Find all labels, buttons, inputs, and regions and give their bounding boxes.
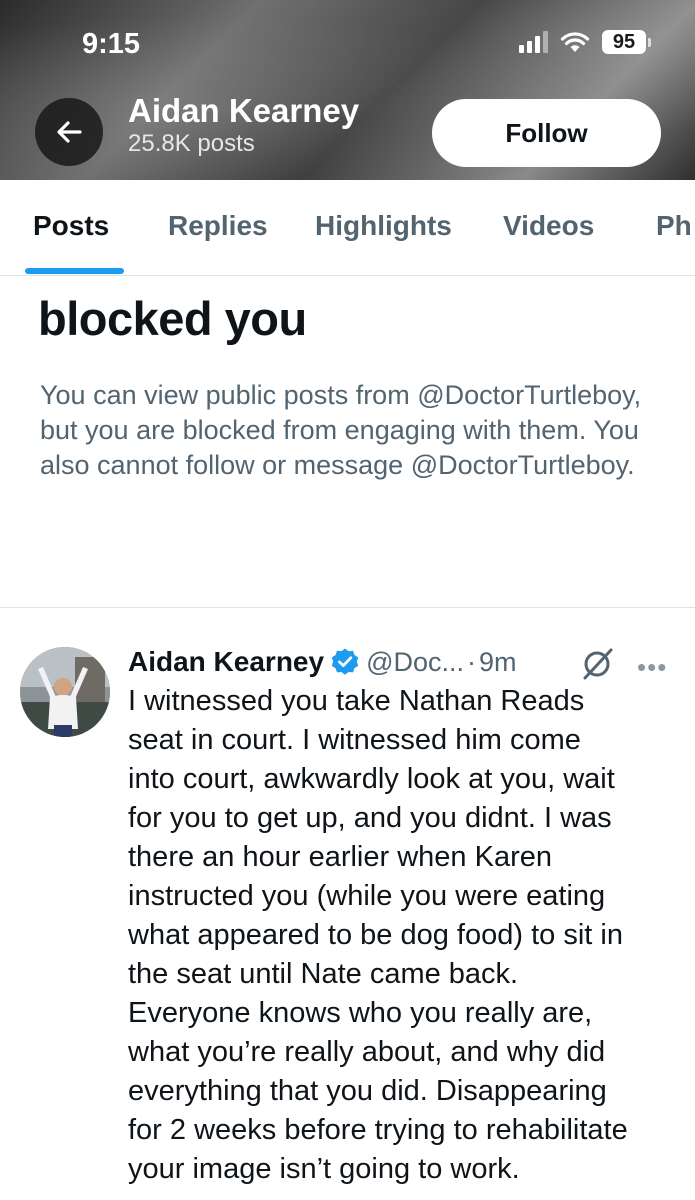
tweet-header: Aidan Kearney @Doc... · 9m xyxy=(128,644,517,680)
profile-tabs: Posts Replies Highlights Videos Ph xyxy=(0,180,695,276)
back-button[interactable] xyxy=(35,98,103,166)
tweet-author-name[interactable]: Aidan Kearney xyxy=(128,646,324,678)
wifi-icon xyxy=(560,32,590,52)
tab-posts[interactable]: Posts xyxy=(33,210,109,242)
tab-photos[interactable]: Ph xyxy=(656,210,692,242)
profile-name: Aidan Kearney xyxy=(128,92,360,129)
tab-highlights[interactable]: Highlights xyxy=(315,210,452,242)
profile-header: 9:15 95 Aidan Kearney 25.8K posts Follow xyxy=(0,0,695,180)
more-options-icon[interactable]: ••• xyxy=(637,652,667,683)
avatar-photo xyxy=(20,647,110,737)
grok-icon[interactable] xyxy=(580,645,616,681)
divider xyxy=(0,607,695,608)
cellular-signal-icon xyxy=(519,31,548,53)
blocked-title: blocked you xyxy=(38,292,307,345)
battery-icon: 95 xyxy=(602,30,651,54)
verified-badge-icon xyxy=(331,648,359,675)
tweet-text: I witnessed you take Nathan Reads seat i… xyxy=(128,685,628,1185)
arrow-left-icon xyxy=(57,121,82,143)
follow-button[interactable]: Follow xyxy=(432,99,661,167)
separator-dot: · xyxy=(467,646,477,677)
battery-level: 95 xyxy=(602,30,646,54)
tweet-handle[interactable]: @Doc... xyxy=(366,647,464,678)
active-tab-indicator xyxy=(25,268,124,274)
blocked-description: You can view public posts from @DoctorTu… xyxy=(40,380,642,480)
tab-replies[interactable]: Replies xyxy=(168,210,268,242)
tab-videos[interactable]: Videos xyxy=(503,210,594,242)
posts-count: 25.8K posts xyxy=(128,130,255,157)
status-time: 9:15 xyxy=(82,28,141,60)
tweet-time[interactable]: 9m xyxy=(479,647,517,678)
avatar[interactable] xyxy=(20,647,110,737)
status-icons: 95 xyxy=(519,30,651,54)
